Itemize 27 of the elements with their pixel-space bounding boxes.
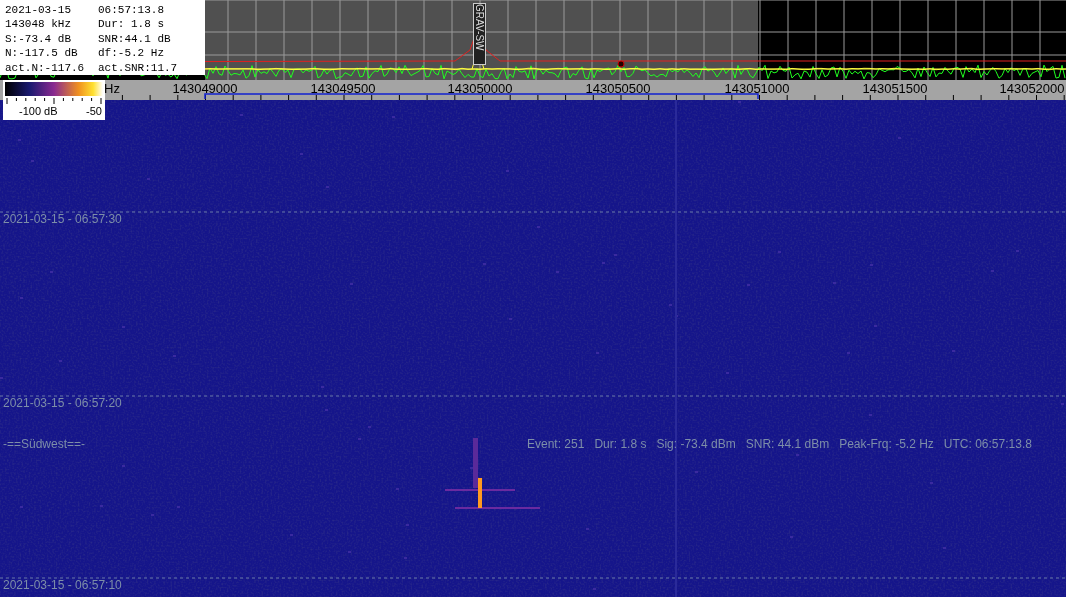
frequency-label: 143049500 [310, 81, 376, 96]
frequency-label: 143051000 [724, 81, 790, 96]
time-label: 2021-03-15 - 06:57:10 [3, 578, 122, 592]
info-value: N:-117.5 dB [5, 46, 79, 61]
peak-marker-icon [617, 60, 625, 68]
info-value: 06:57:13.8 [98, 3, 165, 18]
station-label: -==Südwest==- [3, 437, 86, 451]
info-value: act.N:-117.6 [5, 60, 86, 75]
info-value: 143048 kHz [5, 17, 72, 32]
unit-label: Hz [104, 81, 120, 96]
info-value: SNR:44.1 dB [98, 31, 172, 47]
info-value: df:-5.2 Hz [98, 46, 165, 61]
legend-label: -100 dB [19, 105, 58, 117]
frequency-label: 143051500 [862, 81, 928, 96]
info-value: S:-73.4 dB [5, 31, 72, 47]
frequency-label: 143050500 [585, 81, 651, 96]
frequency-label: 143050000 [447, 81, 513, 96]
time-label: 2021-03-15 - 06:57:20 [3, 396, 122, 410]
time-label: 2021-03-15 - 06:57:30 [3, 212, 122, 226]
marker-label: GRAV-SW [473, 3, 486, 65]
info-value: 2021-03-15 [5, 3, 72, 18]
legend-label: -50 [86, 105, 102, 117]
frequency-label: 143049000 [172, 81, 238, 96]
info-value: Dur: 1.8 s [98, 17, 165, 32]
frequency-label: 143052000 [999, 81, 1065, 96]
event-summary: Event: 251 Dur: 1.8 s Sig: -73.4 dBm SNR: 44.1 dBm Peak-Frq: -5.2 Hz UTC: 06:57:13.8 [527, 437, 1032, 451]
info-value: act.SNR:11.7 [98, 60, 179, 75]
